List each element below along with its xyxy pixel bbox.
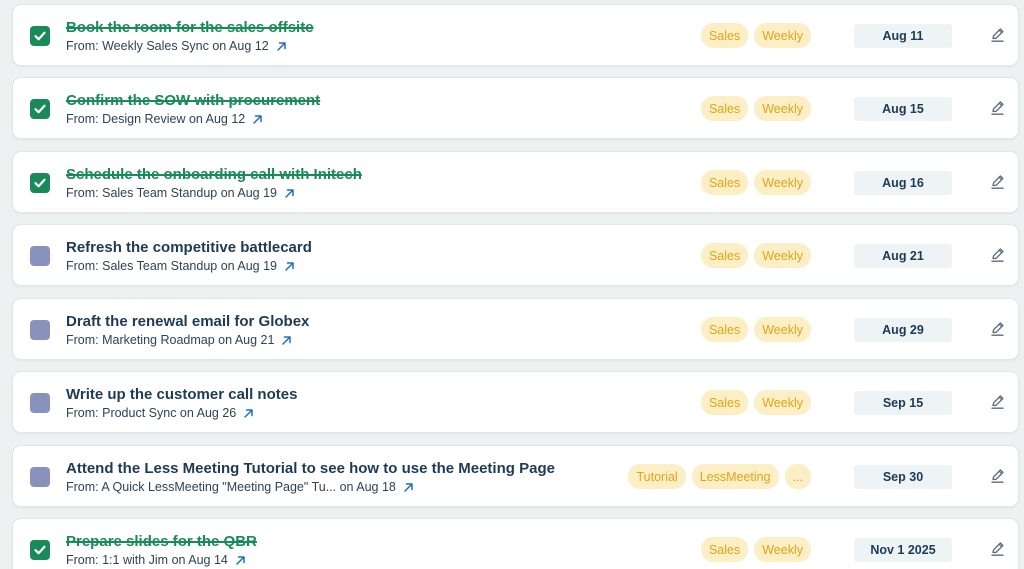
task-title[interactable]: Book the room for the sales offsite — [66, 19, 314, 36]
check-icon — [33, 102, 47, 116]
tag-badge[interactable]: Sales — [700, 317, 749, 342]
task-source-label: From: Design Review on Aug 12 — [66, 112, 246, 126]
task-checkbox-checked[interactable] — [30, 99, 50, 119]
task-source-label: From: Marketing Roadmap on Aug 21 — [66, 333, 275, 347]
task-title[interactable]: Write up the customer call notes — [66, 386, 297, 403]
pencil-icon[interactable] — [990, 27, 1005, 43]
tag-badge[interactable]: Weekly — [754, 23, 811, 48]
tag-badge[interactable]: Sales — [700, 170, 749, 195]
task-source: From: Design Review on Aug 12 — [66, 112, 263, 126]
task-tags: Tutorial LessMeeting... — [628, 464, 811, 489]
task-source: From: Marketing Roadmap on Aug 21 — [66, 333, 292, 347]
pencil-icon[interactable] — [990, 247, 1005, 263]
task-checkbox-checked[interactable] — [30, 540, 50, 560]
tag-badge[interactable]: Sales — [700, 243, 749, 268]
task-row[interactable]: Schedule the onboarding call with Initec… — [12, 151, 1019, 213]
arrow-up-right-icon[interactable] — [403, 482, 414, 493]
task-source: From: Product Sync on Aug 26 — [66, 406, 254, 420]
tag-badge[interactable]: Weekly — [754, 390, 811, 415]
check-icon — [33, 29, 47, 43]
tag-badge[interactable]: Sales — [700, 537, 749, 562]
task-checkbox[interactable] — [30, 393, 50, 413]
tag-badge[interactable]: Weekly — [754, 243, 811, 268]
tag-badge[interactable]: Tutorial — [628, 464, 686, 489]
arrow-up-right-icon[interactable] — [252, 114, 263, 125]
task-tags: Sales Weekly — [700, 537, 811, 562]
arrow-up-right-icon[interactable] — [284, 261, 295, 272]
task-checkbox-checked[interactable] — [30, 173, 50, 193]
task-title[interactable]: Refresh the competitive battlecard — [66, 239, 312, 256]
tag-badge[interactable]: Sales — [700, 23, 749, 48]
due-date[interactable]: Nov 1 2025 — [854, 538, 952, 562]
tag-badge[interactable]: Weekly — [754, 170, 811, 195]
task-title[interactable]: Attend the Less Meeting Tutorial to see … — [66, 460, 555, 477]
pencil-icon[interactable] — [990, 321, 1005, 337]
task-row[interactable]: Confirm the SOW with procurement From: De… — [12, 77, 1019, 139]
task-title[interactable]: Prepare slides for the QBR — [66, 533, 257, 550]
task-title[interactable]: Confirm the SOW with procurement — [66, 92, 320, 109]
task-row[interactable]: Refresh the competitive battlecard From: … — [12, 224, 1019, 286]
due-date[interactable]: Aug 29 — [854, 318, 952, 342]
task-row[interactable]: Prepare slides for the QBR From: 1:1 with… — [12, 518, 1019, 569]
task-row[interactable]: Book the room for the sales offsite From:… — [12, 4, 1019, 66]
tag-badge[interactable]: Weekly — [754, 317, 811, 342]
due-date[interactable]: Aug 11 — [854, 24, 952, 48]
task-tags: Sales Weekly — [700, 170, 811, 195]
tag-badge[interactable]: ... — [784, 464, 811, 489]
task-source-label: From: 1:1 with Jim on Aug 14 — [66, 553, 228, 567]
task-source-label: From: Sales Team Standup on Aug 19 — [66, 259, 278, 273]
tag-badge[interactable]: LessMeeting — [691, 464, 779, 489]
task-title[interactable]: Schedule the onboarding call with Initec… — [66, 166, 362, 183]
tag-badge[interactable]: Weekly — [754, 537, 811, 562]
pencil-icon[interactable] — [990, 174, 1005, 190]
due-date[interactable]: Aug 21 — [854, 244, 952, 268]
task-row[interactable]: Attend the Less Meeting Tutorial to see … — [12, 445, 1019, 507]
task-checkbox-checked[interactable] — [30, 26, 50, 46]
due-date[interactable]: Aug 15 — [854, 97, 952, 121]
task-tags: Sales Weekly — [700, 390, 811, 415]
task-tags: Sales Weekly — [700, 23, 811, 48]
task-source: From: A Quick LessMeeting "Meeting Page"… — [66, 480, 414, 494]
task-checkbox[interactable] — [30, 246, 50, 266]
task-checkbox[interactable] — [30, 467, 50, 487]
task-source-label: From: Weekly Sales Sync on Aug 12 — [66, 39, 269, 53]
task-tags: Sales Weekly — [700, 96, 811, 121]
task-source: From: Sales Team Standup on Aug 19 — [66, 259, 295, 273]
task-title[interactable]: Draft the renewal email for Globex — [66, 313, 309, 330]
task-source-label: From: Sales Team Standup on Aug 19 — [66, 186, 278, 200]
pencil-icon[interactable] — [990, 100, 1005, 116]
arrow-up-right-icon[interactable] — [243, 408, 254, 419]
check-icon — [33, 176, 47, 190]
arrow-up-right-icon[interactable] — [284, 188, 295, 199]
task-source: From: 1:1 with Jim on Aug 14 — [66, 553, 246, 567]
check-icon — [33, 543, 47, 557]
task-row[interactable]: Write up the customer call notes From: Pr… — [12, 371, 1019, 433]
task-source: From: Sales Team Standup on Aug 19 — [66, 186, 295, 200]
task-source-label: From: Product Sync on Aug 26 — [66, 406, 237, 420]
pencil-icon[interactable] — [990, 468, 1005, 484]
task-list: Book the room for the sales offsite From:… — [0, 0, 1024, 569]
task-tags: Sales Weekly — [700, 243, 811, 268]
arrow-up-right-icon[interactable] — [235, 555, 246, 566]
due-date[interactable]: Sep 30 — [854, 465, 952, 489]
task-source: From: Weekly Sales Sync on Aug 12 — [66, 39, 287, 53]
task-row[interactable]: Draft the renewal email for Globex From: … — [12, 298, 1019, 360]
pencil-icon[interactable] — [990, 541, 1005, 557]
task-checkbox[interactable] — [30, 320, 50, 340]
task-source-label: From: A Quick LessMeeting "Meeting Page"… — [66, 480, 396, 494]
task-tags: Sales Weekly — [700, 317, 811, 342]
due-date[interactable]: Aug 16 — [854, 171, 952, 195]
tag-badge[interactable]: Sales — [700, 96, 749, 121]
tag-badge[interactable]: Sales — [700, 390, 749, 415]
arrow-up-right-icon[interactable] — [276, 41, 287, 52]
arrow-up-right-icon[interactable] — [281, 335, 292, 346]
pencil-icon[interactable] — [990, 394, 1005, 410]
due-date[interactable]: Sep 15 — [854, 391, 952, 415]
tag-badge[interactable]: Weekly — [754, 96, 811, 121]
